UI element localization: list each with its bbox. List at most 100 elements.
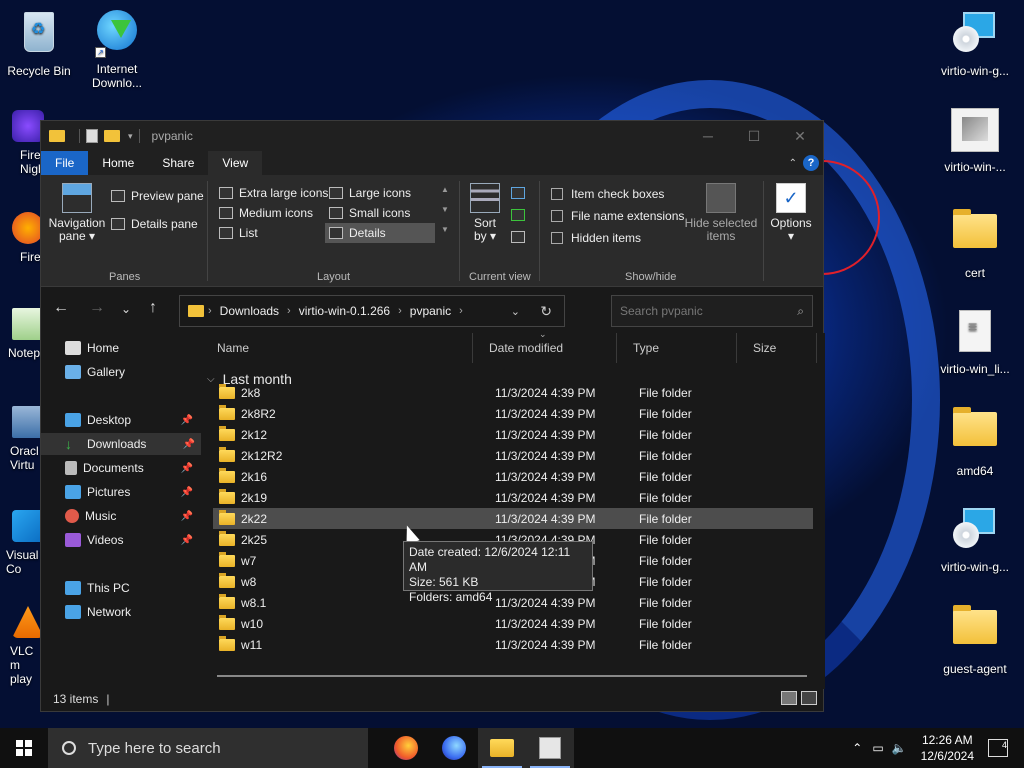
- table-row[interactable]: w10 11/3/2024 4:39 PM File folder: [213, 613, 813, 634]
- table-row[interactable]: w11 11/3/2024 4:39 PM File folder: [213, 634, 813, 655]
- nav-item-gallery[interactable]: Gallery: [65, 361, 199, 383]
- hide-selected-items-button[interactable]: Hide selected items: [683, 183, 759, 243]
- layout-medium-icons[interactable]: Medium icons: [215, 203, 317, 223]
- title-bar[interactable]: ▾ pvpanic ─ ☐ ✕: [41, 121, 823, 151]
- notification-center-icon[interactable]: 4: [988, 739, 1008, 757]
- navigation-pane-button[interactable]: Navigation pane ▾: [47, 183, 107, 243]
- nav-item-pictures[interactable]: Pictures 📌: [65, 481, 199, 503]
- pin-icon[interactable]: 📌: [181, 415, 193, 426]
- size-columns-to-fit-icon[interactable]: [511, 231, 525, 243]
- search-input[interactable]: Search pvpanic ⌕: [611, 295, 813, 327]
- file-name-extensions-checkbox[interactable]: File name extensions: [551, 209, 684, 223]
- new-folder-icon[interactable]: [104, 130, 120, 142]
- nav-item-home[interactable]: Home: [65, 337, 199, 359]
- layout-scroll-up-icon[interactable]: ▲: [441, 185, 449, 194]
- nav-item-documents[interactable]: Documents 📌: [65, 457, 199, 479]
- nav-item-downloads[interactable]: ↓ Downloads 📌: [41, 433, 201, 455]
- layout-expand-icon[interactable]: ▼: [441, 225, 449, 234]
- nav-item-desktop[interactable]: Desktop 📌: [65, 409, 199, 431]
- up-arrow-icon[interactable]: ↑: [149, 299, 157, 317]
- preview-pane-button[interactable]: Preview pane: [111, 189, 204, 203]
- help-icon[interactable]: ?: [803, 155, 819, 171]
- layout-large-icons[interactable]: Large icons: [325, 183, 415, 203]
- layout-extra-large-icons[interactable]: Extra large icons: [215, 183, 332, 203]
- taskbar-image-viewer[interactable]: [526, 728, 574, 768]
- nav-item-this-pc[interactable]: This PC: [65, 577, 199, 599]
- details-pane-button[interactable]: Details pane: [111, 217, 198, 231]
- layout-list[interactable]: List: [215, 223, 262, 243]
- item-check-boxes-checkbox[interactable]: Item check boxes: [551, 187, 664, 201]
- group-by-icon[interactable]: [511, 187, 525, 199]
- forward-arrow-icon[interactable]: →: [89, 299, 105, 317]
- column-header-name[interactable]: Name: [201, 333, 473, 363]
- taskbar-firefox-nightly[interactable]: [430, 728, 478, 768]
- tab-share[interactable]: Share: [148, 151, 208, 175]
- sort-by-button[interactable]: Sort by ▾: [467, 183, 503, 243]
- properties-icon[interactable]: [86, 129, 98, 143]
- pin-icon[interactable]: 📌: [181, 463, 193, 474]
- collapse-ribbon-icon[interactable]: ⌃: [789, 158, 797, 169]
- hidden-items-checkbox[interactable]: Hidden items: [551, 231, 641, 245]
- desktop-icon-virtio-win-guest-tools-1[interactable]: virtio-win-g...: [932, 8, 1018, 78]
- quick-access-dropdown-icon[interactable]: ▾: [128, 131, 133, 142]
- desktop-icon-recycle-bin[interactable]: Recycle Bin: [0, 6, 82, 78]
- table-row[interactable]: 2k8 11/3/2024 4:39 PM File folder: [213, 382, 813, 403]
- desktop-icon-internet-download-manager[interactable]: ↗ Internet Downlo...: [74, 6, 160, 90]
- volume-muted-icon[interactable]: 🔈: [892, 741, 907, 755]
- layout-scroll-down-icon[interactable]: ▼: [441, 205, 449, 214]
- taskbar-search-box[interactable]: Type here to search: [48, 728, 368, 768]
- clock[interactable]: 12:26 AM 12/6/2024: [921, 732, 974, 764]
- desktop-icon-virtio-win-license[interactable]: virtio-win_li...: [932, 306, 1018, 376]
- table-row[interactable]: 2k12 11/3/2024 4:39 PM File folder: [213, 424, 813, 445]
- column-header-size[interactable]: Size: [737, 333, 817, 363]
- desktop-icon-oracle-virtualbox[interactable]: Oracl Virtu: [0, 406, 44, 472]
- layout-details[interactable]: Details: [325, 223, 435, 243]
- refresh-icon[interactable]: ↻: [540, 303, 552, 320]
- recent-locations-chevron-icon[interactable]: ⌄: [121, 302, 131, 316]
- taskbar-file-explorer[interactable]: [478, 728, 526, 768]
- breadcrumb-pvpanic[interactable]: pvpanic: [410, 304, 451, 318]
- large-icons-view-button[interactable]: [801, 691, 817, 705]
- desktop-icon-amd64[interactable]: amd64: [932, 404, 1018, 478]
- desktop-icon-vlc[interactable]: VLC m play: [0, 606, 44, 686]
- pin-icon[interactable]: 📌: [181, 487, 193, 498]
- desktop-icon-visual-studio-code[interactable]: Visual Co: [0, 510, 44, 576]
- breadcrumb-downloads[interactable]: Downloads: [220, 304, 279, 318]
- desktop-icon-cert[interactable]: cert: [932, 206, 1018, 280]
- horizontal-scrollbar[interactable]: [217, 675, 807, 677]
- desktop-icon-firefox-nightly[interactable]: Fire Nigh: [0, 110, 45, 176]
- desktop-icon-virtio-win-image[interactable]: virtio-win-...: [932, 106, 1018, 174]
- tab-home[interactable]: Home: [88, 151, 148, 175]
- taskbar-firefox[interactable]: [382, 728, 430, 768]
- table-row[interactable]: 2k12R2 11/3/2024 4:39 PM File folder: [213, 445, 813, 466]
- add-columns-icon[interactable]: [511, 209, 525, 221]
- network-icon[interactable]: ▭: [872, 741, 883, 755]
- table-row[interactable]: 2k16 11/3/2024 4:39 PM File folder: [213, 466, 813, 487]
- start-button[interactable]: [0, 728, 48, 768]
- pin-icon[interactable]: 📌: [181, 535, 193, 546]
- table-row[interactable]: 2k8R2 11/3/2024 4:39 PM File folder: [213, 403, 813, 424]
- nav-item-videos[interactable]: Videos 📌: [65, 529, 199, 551]
- breadcrumb-virtio-win[interactable]: virtio-win-0.1.266: [299, 304, 390, 318]
- address-bar[interactable]: › Downloads › virtio-win-0.1.266 › pvpan…: [179, 295, 565, 327]
- show-hidden-icons-chevron-icon[interactable]: ⌃: [852, 741, 862, 755]
- desktop-icon-notepad[interactable]: Notep: [0, 308, 44, 360]
- tab-view[interactable]: View: [208, 151, 263, 175]
- address-dropdown-icon[interactable]: ⌄: [511, 305, 520, 318]
- nav-item-network[interactable]: Network: [65, 601, 199, 623]
- layout-small-icons[interactable]: Small icons: [325, 203, 414, 223]
- desktop-icon-firefox[interactable]: Fire: [0, 212, 44, 264]
- pin-icon[interactable]: 📌: [183, 439, 195, 450]
- minimize-button[interactable]: ─: [685, 121, 731, 151]
- table-row-hovered[interactable]: 2k22 11/3/2024 4:39 PM File folder: [213, 508, 813, 529]
- column-header-type[interactable]: Type: [617, 333, 737, 363]
- table-row[interactable]: 2k19 11/3/2024 4:39 PM File folder: [213, 487, 813, 508]
- back-arrow-icon[interactable]: ←: [53, 299, 69, 317]
- tab-file[interactable]: File: [41, 151, 89, 175]
- nav-item-music[interactable]: Music 📌: [65, 505, 199, 527]
- options-button[interactable]: ✓ Options ▾: [767, 183, 815, 243]
- pin-icon[interactable]: 📌: [181, 511, 193, 522]
- maximize-button[interactable]: ☐: [731, 121, 777, 151]
- close-button[interactable]: ✕: [777, 121, 823, 151]
- desktop-icon-virtio-win-guest-tools-2[interactable]: virtio-win-g...: [932, 504, 1018, 574]
